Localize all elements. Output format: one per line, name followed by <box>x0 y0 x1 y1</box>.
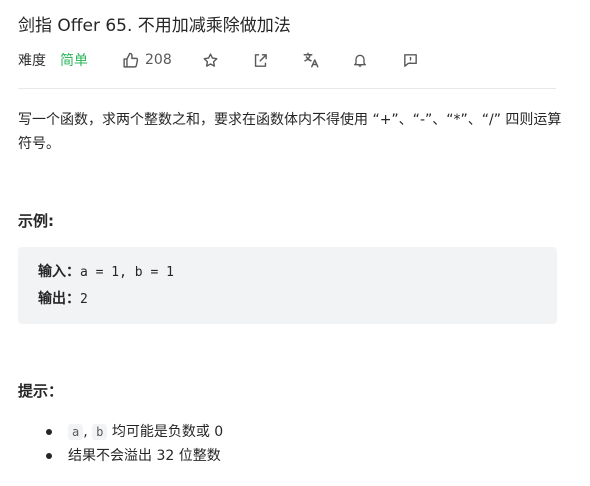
like-button[interactable]: 208 <box>122 52 202 69</box>
example-output-row: 输出：2 <box>38 286 537 313</box>
inline-code-a: a <box>68 424 84 440</box>
example-block: 输入：a = 1, b = 1 输出：2 <box>18 247 557 324</box>
notification-button[interactable] <box>352 52 402 68</box>
hints-heading: 提示： <box>18 382 64 400</box>
translate-icon <box>302 51 320 69</box>
star-icon <box>202 52 219 69</box>
difficulty-label: 难度 <box>18 53 46 69</box>
input-label: 输入： <box>38 264 80 280</box>
input-value: a = 1, b = 1 <box>80 265 174 280</box>
hint-text: 均可能是负数或 0 <box>107 424 224 440</box>
example-input-row: 输入：a = 1, b = 1 <box>38 259 537 286</box>
translate-button[interactable] <box>302 51 352 69</box>
problem-page: 剑指 Offer 65. 不用加减乘除做加法 难度 简单 208 写一个函数，求… <box>0 0 590 486</box>
feedback-button[interactable] <box>402 52 452 69</box>
problem-description: 写一个函数，求两个整数之和，要求在函数体内不得使用 “+”、“-”、“*”、“/… <box>18 112 562 152</box>
hint-separator: , <box>83 424 88 440</box>
share-icon <box>252 52 269 69</box>
example-heading: 示例: <box>18 212 54 230</box>
hint-text: 结果不会溢出 32 位整数 <box>68 448 221 464</box>
output-label: 输出： <box>38 291 80 307</box>
list-item: a, b 均可能是负数或 0 <box>46 420 223 444</box>
bell-icon <box>352 52 368 68</box>
list-item: 结果不会溢出 32 位整数 <box>46 444 223 468</box>
thumbs-up-icon <box>122 52 139 69</box>
share-button[interactable] <box>252 52 302 69</box>
output-value: 2 <box>80 292 88 307</box>
problem-meta-bar: 难度 简单 208 <box>18 48 452 72</box>
page-title: 剑指 Offer 65. 不用加减乘除做加法 <box>18 16 291 36</box>
like-count: 208 <box>145 52 172 68</box>
favorite-button[interactable] <box>202 52 252 69</box>
difficulty-badge: 简单 <box>60 53 88 69</box>
feedback-icon <box>402 52 419 69</box>
inline-code-b: b <box>92 424 108 440</box>
divider <box>18 88 556 89</box>
hints-list: a, b 均可能是负数或 0 结果不会溢出 32 位整数 <box>46 420 223 468</box>
